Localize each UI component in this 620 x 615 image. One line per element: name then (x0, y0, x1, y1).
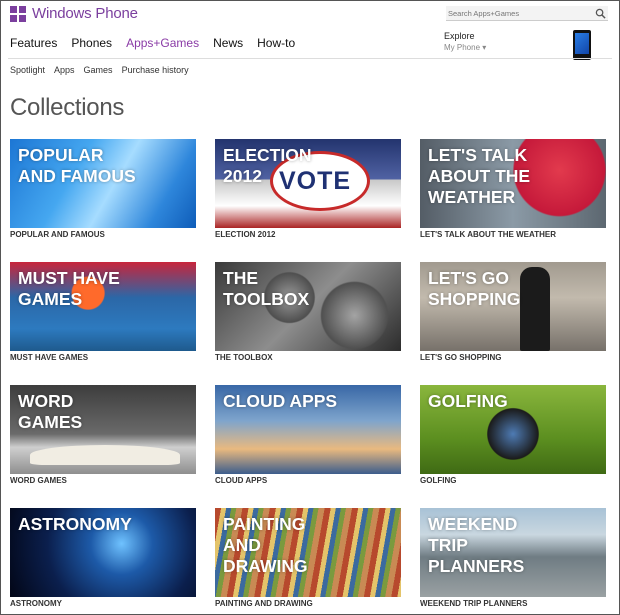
collection-tile-must-have-games[interactable]: MUST HAVE GAMES (10, 262, 196, 351)
tile-title: ASTRONOMY (18, 514, 132, 534)
sub-nav: Spotlight Apps Games Purchase history (10, 65, 198, 75)
my-phone-dropdown[interactable]: My Phone ▾ (444, 43, 486, 52)
nav-item-apps-games[interactable]: Apps+Games (126, 36, 199, 50)
tile-title: POPULAR AND FAMOUS (18, 145, 136, 186)
nav-item-features[interactable]: Features (10, 36, 57, 50)
tile-title: MUST HAVE GAMES (18, 268, 120, 309)
collection-tile-astronomy[interactable]: ASTRONOMY (10, 508, 196, 597)
search-box (446, 6, 608, 21)
collection-caption[interactable]: WEEKEND TRIP PLANNERS (420, 599, 527, 608)
search-input[interactable] (446, 8, 588, 18)
main-nav: Features Phones Apps+Games News How-to (10, 36, 309, 50)
collection-tile-golfing[interactable]: GOLFING (420, 385, 606, 474)
collection-caption[interactable]: PAINTING AND DRAWING (215, 599, 313, 608)
subnav-item-apps[interactable]: Apps (54, 65, 75, 75)
collection-caption[interactable]: LET'S GO SHOPPING (420, 353, 501, 362)
brand-title: Windows Phone (32, 5, 138, 22)
collection-caption[interactable]: POPULAR AND FAMOUS (10, 230, 105, 239)
tile-title: LET'S GO SHOPPING (428, 268, 521, 309)
collection-caption[interactable]: ASTRONOMY (10, 599, 62, 608)
tile-title: CLOUD APPS (223, 391, 338, 411)
nav-item-how-to[interactable]: How-to (257, 36, 295, 50)
collection-caption[interactable]: WORD GAMES (10, 476, 67, 485)
collection-caption[interactable]: ELECTION 2012 (215, 230, 275, 239)
tile-title: ELECTION 2012 (223, 145, 312, 186)
collection-tile-lets-go-shopping[interactable]: LET'S GO SHOPPING (420, 262, 606, 351)
collection-tile-weekend-trip-planners[interactable]: WEEKEND TRIP PLANNERS (420, 508, 606, 597)
page-title: Collections (10, 94, 125, 121)
tile-title: THE TOOLBOX (223, 268, 310, 309)
collection-tile-painting-and-drawing[interactable]: PAINTING AND DRAWING (215, 508, 401, 597)
collection-caption[interactable]: GOLFING (420, 476, 456, 485)
nav-item-phones[interactable]: Phones (71, 36, 112, 50)
subnav-item-spotlight[interactable]: Spotlight (10, 65, 45, 75)
tile-title: GOLFING (428, 391, 508, 411)
collection-caption[interactable]: CLOUD APPS (215, 476, 267, 485)
shopper-image (520, 267, 550, 351)
explore-label: Explore (444, 31, 475, 41)
tile-title: WEEKEND TRIP PLANNERS (428, 514, 525, 576)
collection-tile-popular-and-famous[interactable]: POPULAR AND FAMOUS (10, 139, 196, 228)
subnav-item-purchase-history[interactable]: Purchase history (122, 65, 189, 75)
collection-caption[interactable]: LET'S TALK ABOUT THE WEATHER (420, 230, 556, 239)
tile-title: WORD GAMES (18, 391, 83, 432)
open-book-image (30, 445, 180, 465)
windows-logo-icon (10, 5, 26, 22)
tile-title: PAINTING AND DRAWING (223, 514, 308, 576)
collection-caption[interactable]: MUST HAVE GAMES (10, 353, 88, 362)
tile-title: LET'S TALK ABOUT THE WEATHER (428, 145, 531, 207)
explore-my-phone[interactable]: Explore My Phone ▾ (444, 31, 486, 52)
nav-item-news[interactable]: News (213, 36, 243, 50)
collection-tile-weather[interactable]: LET'S TALK ABOUT THE WEATHER (420, 139, 606, 228)
collection-tile-cloud-apps[interactable]: CLOUD APPS (215, 385, 401, 474)
header-divider (8, 58, 612, 59)
collection-tile-word-games[interactable]: WORD GAMES (10, 385, 196, 474)
subnav-item-games[interactable]: Games (84, 65, 113, 75)
phone-thumbnail-icon[interactable] (573, 30, 591, 60)
collection-tile-the-toolbox[interactable]: THE TOOLBOX (215, 262, 401, 351)
brand[interactable]: Windows Phone (10, 5, 138, 22)
collection-caption[interactable]: THE TOOLBOX (215, 353, 273, 362)
search-icon[interactable] (595, 8, 606, 19)
collection-tile-election-2012[interactable]: VOTE ELECTION 2012 (215, 139, 401, 228)
